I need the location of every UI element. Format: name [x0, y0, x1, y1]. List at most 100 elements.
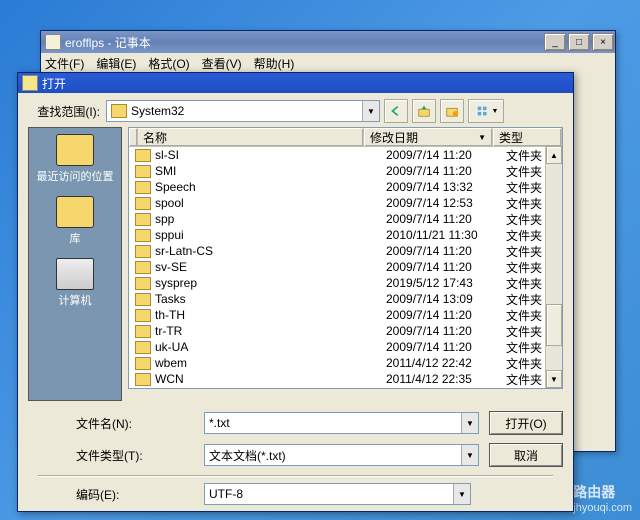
- file-date: 2010/11/21 11:30: [382, 228, 502, 242]
- file-date: 2009/7/14 13:32: [382, 180, 502, 194]
- folder-icon: [135, 149, 151, 162]
- chevron-down-icon[interactable]: ▼: [461, 413, 478, 433]
- folder-icon: [135, 309, 151, 322]
- file-date: 2009/7/14 11:20: [382, 148, 502, 162]
- filename-input[interactable]: *.txt ▼: [204, 412, 479, 434]
- list-item[interactable]: SMI2009/7/14 11:20文件夹: [129, 163, 562, 179]
- file-name: WCN: [155, 372, 382, 386]
- maximize-button[interactable]: □: [568, 33, 590, 51]
- column-date[interactable]: 修改日期▼: [364, 128, 493, 146]
- look-in-row: 查找范围(I): System32 ▼ ▼: [18, 93, 573, 127]
- places-bar: 最近访问的位置 库 计算机: [28, 127, 122, 401]
- look-in-combo[interactable]: System32 ▼: [106, 100, 380, 122]
- file-name: SMI: [155, 164, 382, 178]
- list-item[interactable]: spp2009/7/14 11:20文件夹: [129, 211, 562, 227]
- column-type[interactable]: 类型: [493, 128, 562, 146]
- dialog-titlebar[interactable]: 打开: [18, 73, 573, 93]
- folder-icon: [135, 165, 151, 178]
- cancel-button[interactable]: 取消: [489, 443, 563, 467]
- place-computer[interactable]: 计算机: [56, 258, 94, 308]
- folder-icon: [135, 373, 151, 386]
- column-name[interactable]: 名称: [137, 128, 364, 146]
- close-button[interactable]: ×: [592, 33, 614, 51]
- menu-file[interactable]: 文件(F): [45, 55, 84, 72]
- list-item[interactable]: sysprep2019/5/12 17:43文件夹: [129, 275, 562, 291]
- file-date: 2009/7/14 11:20: [382, 212, 502, 226]
- folder-icon: [135, 181, 151, 194]
- place-library-label: 库: [56, 230, 94, 246]
- menu-edit[interactable]: 编辑(E): [96, 55, 136, 72]
- list-item[interactable]: tr-TR2009/7/14 11:20文件夹: [129, 323, 562, 339]
- list-item[interactable]: uk-UA2009/7/14 11:20文件夹: [129, 339, 562, 355]
- file-name: sr-Latn-CS: [155, 244, 382, 258]
- recent-icon: [56, 134, 94, 166]
- scrollbar[interactable]: ▲ ▼: [545, 146, 562, 388]
- list-item[interactable]: sppui2010/11/21 11:30文件夹: [129, 227, 562, 243]
- dialog-title: 打开: [42, 75, 66, 92]
- file-date: 2011/4/12 22:42: [382, 356, 502, 370]
- place-computer-label: 计算机: [56, 292, 94, 308]
- list-item[interactable]: sv-SE2009/7/14 11:20文件夹: [129, 259, 562, 275]
- new-folder-button[interactable]: [440, 99, 464, 123]
- file-name: Tasks: [155, 292, 382, 306]
- scroll-down-button[interactable]: ▼: [546, 370, 562, 388]
- list-header: 名称 修改日期▼ 类型: [129, 128, 562, 147]
- up-button[interactable]: [412, 99, 436, 123]
- file-date: 2011/4/12 22:35: [382, 372, 502, 386]
- folder-icon: [135, 341, 151, 354]
- scroll-thumb[interactable]: [546, 304, 562, 346]
- list-item[interactable]: spool2009/7/14 12:53文件夹: [129, 195, 562, 211]
- list-item[interactable]: WCN2011/4/12 22:35文件夹: [129, 371, 562, 387]
- menu-view[interactable]: 查看(V): [202, 55, 242, 72]
- chevron-down-icon: ▼: [492, 108, 499, 115]
- sort-down-icon: ▼: [478, 133, 486, 142]
- file-date: 2009/7/14 11:20: [382, 308, 502, 322]
- back-button[interactable]: [384, 99, 408, 123]
- look-in-value: System32: [131, 104, 184, 118]
- file-date: 2009/7/14 13:09: [382, 292, 502, 306]
- view-menu-button[interactable]: ▼: [468, 99, 504, 123]
- folder-icon: [135, 357, 151, 370]
- list-item[interactable]: sl-SI2009/7/14 11:20文件夹: [129, 147, 562, 163]
- list-item[interactable]: Speech2009/7/14 13:32文件夹: [129, 179, 562, 195]
- notepad-icon: [45, 34, 61, 50]
- folder-icon: [135, 261, 151, 274]
- file-list[interactable]: 名称 修改日期▼ 类型 sl-SI2009/7/14 11:20文件夹SMI20…: [128, 127, 563, 389]
- scroll-up-button[interactable]: ▲: [546, 146, 562, 164]
- folder-icon: [135, 277, 151, 290]
- look-in-label: 查找范围(I):: [28, 103, 106, 120]
- folder-icon: [135, 213, 151, 226]
- library-icon: [56, 196, 94, 228]
- notepad-titlebar[interactable]: erofflps - 记事本 _ □ ×: [41, 31, 615, 53]
- place-library[interactable]: 库: [56, 196, 94, 246]
- open-button[interactable]: 打开(O): [489, 411, 563, 435]
- file-date: 2009/7/14 11:20: [382, 340, 502, 354]
- folder-icon: [135, 197, 151, 210]
- filetype-combo[interactable]: 文本文档(*.txt) ▼: [204, 444, 479, 466]
- menu-format[interactable]: 格式(O): [148, 55, 189, 72]
- encoding-label: 编码(E):: [28, 486, 204, 503]
- file-name: spool: [155, 196, 382, 210]
- notepad-title: erofflps - 记事本: [65, 34, 151, 51]
- chevron-down-icon[interactable]: ▼: [453, 484, 470, 504]
- file-date: 2019/5/12 17:43: [382, 276, 502, 290]
- filename-value: *.txt: [209, 416, 230, 430]
- menu-help[interactable]: 帮助(H): [254, 55, 295, 72]
- list-item[interactable]: sr-Latn-CS2009/7/14 11:20文件夹: [129, 243, 562, 259]
- chevron-down-icon[interactable]: ▼: [362, 101, 379, 121]
- list-item[interactable]: wbem2011/4/12 22:42文件夹: [129, 355, 562, 371]
- file-name: tr-TR: [155, 324, 382, 338]
- list-item[interactable]: th-TH2009/7/14 11:20文件夹: [129, 307, 562, 323]
- chevron-down-icon[interactable]: ▼: [461, 445, 478, 465]
- column-stub: [129, 128, 138, 146]
- encoding-combo[interactable]: UTF-8 ▼: [204, 483, 471, 505]
- file-name: uk-UA: [155, 340, 382, 354]
- filename-label: 文件名(N):: [28, 415, 204, 432]
- list-item[interactable]: Tasks2009/7/14 13:09文件夹: [129, 291, 562, 307]
- folder-icon: [135, 293, 151, 306]
- file-name: sppui: [155, 228, 382, 242]
- separator: [38, 475, 553, 477]
- folder-icon: [22, 75, 38, 91]
- minimize-button[interactable]: _: [544, 33, 566, 51]
- place-recent[interactable]: 最近访问的位置: [37, 134, 114, 184]
